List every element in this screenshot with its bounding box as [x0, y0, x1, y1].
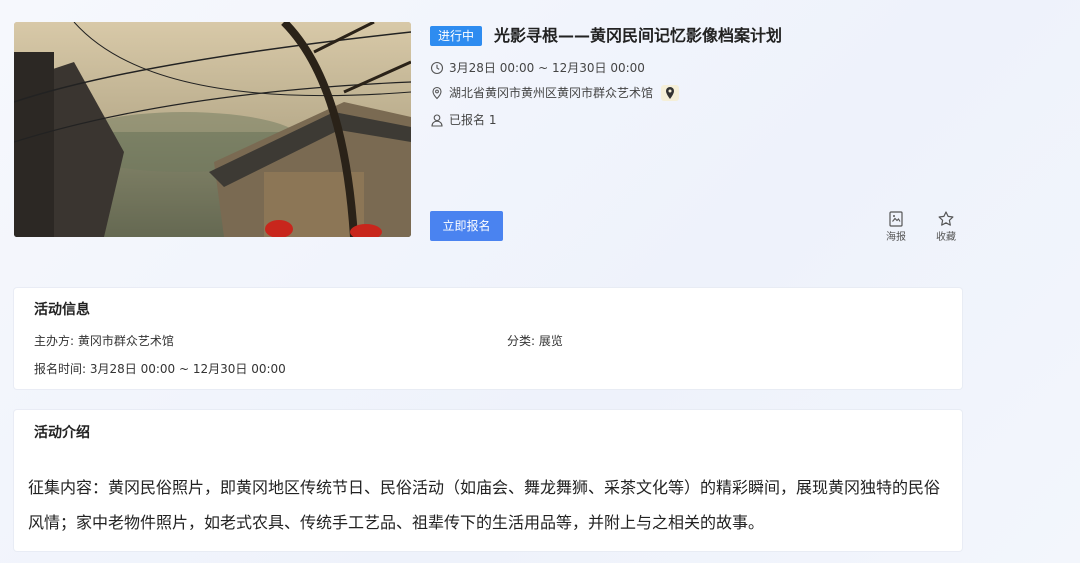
- event-signups-row: 已报名 1: [430, 112, 496, 128]
- organizer-value: 黄冈市群众艺术馆: [77, 334, 174, 348]
- star-icon: [938, 211, 954, 226]
- location-icon: [430, 86, 444, 100]
- event-time: 3月28日 00:00 ~ 12月30日 00:00: [449, 61, 645, 75]
- map-pin-icon[interactable]: [661, 85, 680, 101]
- organizer-row: 主办方: 黄冈市群众艺术馆: [34, 333, 174, 349]
- category-label: 分类:: [507, 334, 536, 348]
- signup-time-row: 报名时间: 3月28日 00:00 ~ 12月30日 00:00: [34, 361, 286, 377]
- activity-intro-text: 征集内容：黄冈民俗照片，即黄冈地区传统节日、民俗活动（如庙会、舞龙舞狮、采茶文化…: [28, 478, 941, 532]
- clock-icon: [430, 61, 444, 75]
- event-signups: 已报名 1: [449, 113, 497, 127]
- poster-button[interactable]: 海报: [881, 210, 911, 244]
- poster-label: 海报: [886, 232, 906, 243]
- event-time-row: 3月28日 00:00 ~ 12月30日 00:00: [430, 60, 645, 76]
- category-row: 分类: 展览: [507, 333, 563, 349]
- activity-info-card: 活动信息 主办方: 黄冈市群众艺术馆 分类: 展览 报名时间: 3月28日 00…: [14, 288, 962, 389]
- user-icon: [430, 113, 444, 127]
- activity-intro-card: 活动介绍 征集内容：黄冈民俗照片，即黄冈地区传统节日、民俗活动（如庙会、舞龙舞狮…: [14, 410, 962, 551]
- category-value: 展览: [538, 334, 563, 348]
- favorite-button[interactable]: 收藏: [931, 210, 961, 244]
- event-location-row: 湖北省黄冈市黄州区黄冈市群众艺术馆: [430, 85, 680, 101]
- activity-info-title: 活动信息: [34, 302, 90, 318]
- register-button[interactable]: 立即报名: [430, 211, 503, 241]
- event-title: 光影寻根——黄冈民间记忆影像档案计划: [494, 26, 783, 45]
- signup-time-label: 报名时间:: [34, 362, 87, 376]
- favorite-label: 收藏: [936, 232, 956, 243]
- status-badge: 进行中: [430, 26, 482, 46]
- event-location: 湖北省黄冈市黄州区黄冈市群众艺术馆: [449, 86, 654, 100]
- poster-icon: [889, 211, 903, 227]
- organizer-label: 主办方:: [34, 334, 75, 348]
- activity-intro-title: 活动介绍: [34, 425, 90, 441]
- signup-time-value: 3月28日 00:00 ~ 12月30日 00:00: [89, 362, 286, 376]
- event-cover-image: [14, 22, 411, 237]
